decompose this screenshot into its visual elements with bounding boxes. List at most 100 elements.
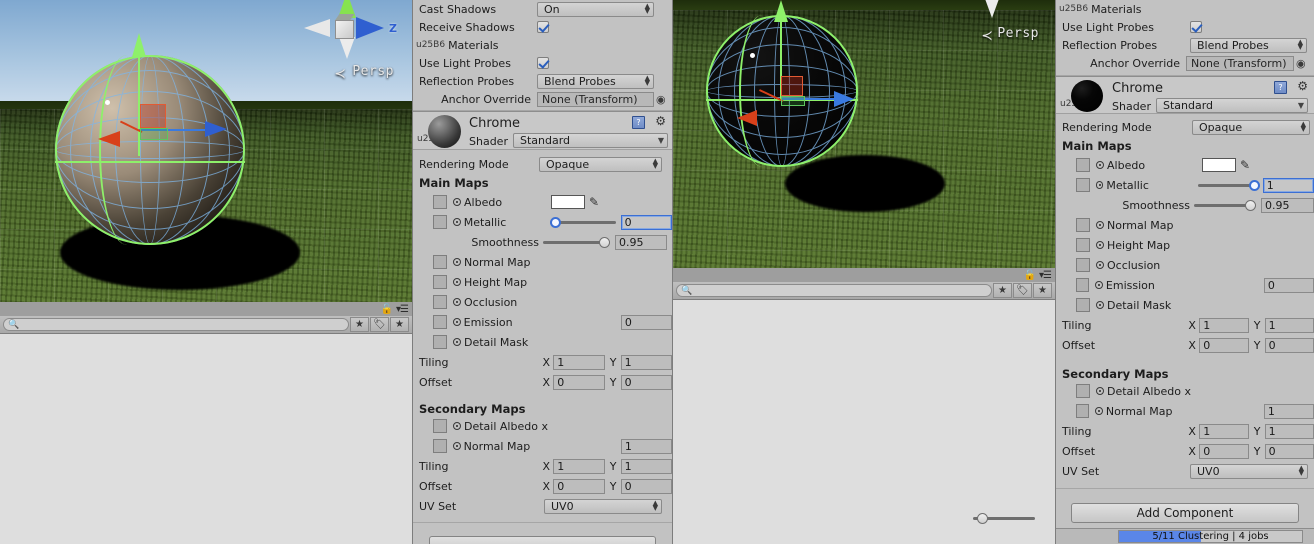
occlusion-texture-slot[interactable]: [1076, 258, 1090, 272]
row-rendering-mode[interactable]: Rendering Mode Opaque ▲ ▼: [413, 154, 672, 174]
gizmo-plane-handle-xy[interactable]: [140, 104, 166, 128]
lock-icon[interactable]: 🔓: [381, 304, 393, 315]
chevron-right-icon[interactable]: [1059, 4, 1088, 14]
normal-map-texture-slot[interactable]: [1076, 218, 1090, 232]
albedo-toggle-icon[interactable]: [453, 198, 461, 206]
row-receive-shadows[interactable]: Receive Shadows: [413, 18, 672, 36]
smoothness-slider[interactable]: [543, 236, 610, 248]
row-use-light-probes[interactable]: Use Light Probes: [413, 54, 672, 72]
emission-toggle-icon[interactable]: [452, 318, 461, 326]
object-picker-icon[interactable]: ◉: [656, 93, 666, 106]
row-materials[interactable]: Materials: [1056, 0, 1314, 18]
viewgizmo-negy-cone-right[interactable]: [984, 0, 1000, 18]
detail-albedo-toggle-icon[interactable]: [1096, 387, 1104, 395]
secondary-normal-value-field[interactable]: 1: [1263, 403, 1314, 419]
height-map-toggle-icon[interactable]: [453, 278, 461, 286]
secondary-tiling-x-field[interactable]: 1: [1199, 423, 1249, 439]
slider-knob[interactable]: [549, 216, 561, 228]
metallic-value-field[interactable]: 1: [1262, 177, 1314, 193]
rendering-mode-dropdown[interactable]: Opaque ▲ ▼: [1192, 119, 1310, 135]
chevron-right-icon[interactable]: [416, 40, 445, 50]
uv-set-dropdown[interactable]: UV0 ▲ ▼: [544, 498, 662, 514]
row-occlusion[interactable]: Occlusion: [413, 292, 672, 312]
row-emission[interactable]: Emission 0: [413, 312, 672, 332]
metallic-slider[interactable]: [1197, 179, 1260, 191]
emission-toggle-icon[interactable]: [1095, 281, 1103, 289]
detail-albedo-toggle-icon[interactable]: [453, 422, 461, 430]
detail-mask-texture-slot[interactable]: [433, 335, 447, 349]
viewgizmo-negx-cone[interactable]: [304, 19, 330, 37]
create-icon[interactable]: ★: [993, 283, 1012, 298]
secondary-offset-x-field[interactable]: 0: [553, 478, 605, 494]
search-input[interactable]: 🔍: [676, 284, 992, 297]
scene-view-right[interactable]: Persp ≺: [673, 0, 1055, 268]
row-anchor-override[interactable]: Anchor Override None (Transform) ◉: [413, 90, 672, 108]
row-tiling[interactable]: Tiling X 1 Y 1: [1056, 315, 1314, 335]
row-reflection-probes[interactable]: Reflection Probes Blend Probes ▲ ▼: [1056, 36, 1314, 54]
row-detail-albedo[interactable]: Detail Albedo x: [1056, 381, 1314, 401]
row-secondary-offset[interactable]: Offset X 0 Y 0: [413, 476, 672, 496]
row-tiling[interactable]: Tiling X 1 Y 1: [413, 352, 672, 372]
reflection-probes-dropdown[interactable]: Blend Probes ▲ ▼: [1190, 37, 1307, 53]
metallic-value-field[interactable]: 0: [620, 214, 672, 230]
occlusion-toggle-icon[interactable]: [1096, 261, 1104, 269]
secondary-normal-value-field[interactable]: 1: [620, 438, 672, 454]
gizmo-x-arrow[interactable]: [205, 121, 227, 137]
anchor-override-objectfield[interactable]: None (Transform): [1186, 55, 1294, 71]
scene-view-left[interactable]: Persp ≺ Z: [0, 0, 412, 302]
transform-gizmo-left[interactable]: [98, 25, 240, 160]
slider-knob[interactable]: [599, 236, 610, 248]
label-icon[interactable]: 🏷: [370, 317, 389, 332]
detail-mask-toggle-icon[interactable]: [453, 338, 461, 346]
albedo-texture-slot[interactable]: [1076, 158, 1090, 172]
gizmo-y-arrow[interactable]: [132, 33, 146, 57]
row-detail-albedo[interactable]: Detail Albedo x: [413, 416, 672, 436]
emission-texture-slot[interactable]: [433, 315, 447, 329]
label-icon[interactable]: 🏷: [1013, 283, 1032, 298]
create-icon[interactable]: ★: [350, 317, 369, 332]
row-secondary-normal-map[interactable]: Normal Map 1: [413, 436, 672, 456]
albedo-color-swatch[interactable]: [551, 195, 585, 209]
detail-mask-toggle-icon[interactable]: [1096, 301, 1104, 309]
offset-x-field[interactable]: 0: [1199, 337, 1249, 353]
gizmo-plane-handle-xz[interactable]: [140, 128, 168, 140]
viewgizmo-cube[interactable]: [335, 20, 354, 39]
row-secondary-normal-map[interactable]: Normal Map 1: [1056, 401, 1314, 421]
add-component-button-left[interactable]: [429, 536, 656, 544]
favorite-icon[interactable]: ★: [1033, 283, 1052, 298]
hamburger-menu-icon[interactable]: ▾☰: [1039, 270, 1052, 281]
row-anchor-override[interactable]: Anchor Override None (Transform) ◉: [1056, 54, 1314, 72]
row-metallic[interactable]: Metallic 0: [413, 212, 672, 232]
row-uv-set[interactable]: UV Set UV0 ▲ ▼: [1056, 461, 1314, 481]
metallic-toggle-icon[interactable]: [1095, 181, 1104, 189]
row-occlusion[interactable]: Occlusion: [1056, 255, 1314, 275]
uv-set-dropdown[interactable]: UV0 ▲ ▼: [1190, 463, 1308, 479]
gizmo-plane-handle-xz[interactable]: [781, 96, 805, 106]
albedo-toggle-icon[interactable]: [1096, 161, 1104, 169]
row-materials[interactable]: Materials: [413, 36, 672, 54]
secondary-normal-toggle-icon[interactable]: [1095, 407, 1103, 415]
favorite-icon[interactable]: ★: [390, 317, 409, 332]
rendering-mode-dropdown[interactable]: Opaque ▲ ▼: [539, 156, 662, 172]
row-metallic[interactable]: Metallic 1: [1056, 175, 1314, 195]
row-offset[interactable]: Offset X 0 Y 0: [1056, 335, 1314, 355]
viewgizmo-negy-cone[interactable]: [339, 37, 355, 59]
row-height-map[interactable]: Height Map: [1056, 235, 1314, 255]
anchor-override-objectfield[interactable]: None (Transform): [537, 91, 654, 107]
slider-knob[interactable]: [1248, 179, 1260, 191]
cast-shadows-dropdown[interactable]: On ▲ ▼: [537, 1, 654, 17]
shader-dropdown[interactable]: Standard ▼: [1156, 98, 1308, 113]
secondary-tiling-y-field[interactable]: 1: [620, 458, 672, 474]
row-normal-map[interactable]: Normal Map: [1056, 215, 1314, 235]
row-uv-set[interactable]: UV Set UV0 ▲ ▼: [413, 496, 672, 516]
smoothness-value-field[interactable]: 0.95: [615, 234, 667, 250]
occlusion-toggle-icon[interactable]: [453, 298, 461, 306]
row-cast-shadows[interactable]: Cast Shadows On ▲ ▼: [413, 0, 672, 18]
row-secondary-offset[interactable]: Offset X 0 Y 0: [1056, 441, 1314, 461]
row-smoothness[interactable]: Smoothness 0.95: [1056, 195, 1314, 215]
scene-view-gizmo-left[interactable]: Z: [304, 0, 397, 59]
emission-value-field[interactable]: 0: [620, 314, 672, 330]
row-height-map[interactable]: Height Map: [413, 272, 672, 292]
albedo-color-swatch[interactable]: [1202, 158, 1236, 172]
use-light-probes-checkbox[interactable]: [1190, 21, 1202, 33]
